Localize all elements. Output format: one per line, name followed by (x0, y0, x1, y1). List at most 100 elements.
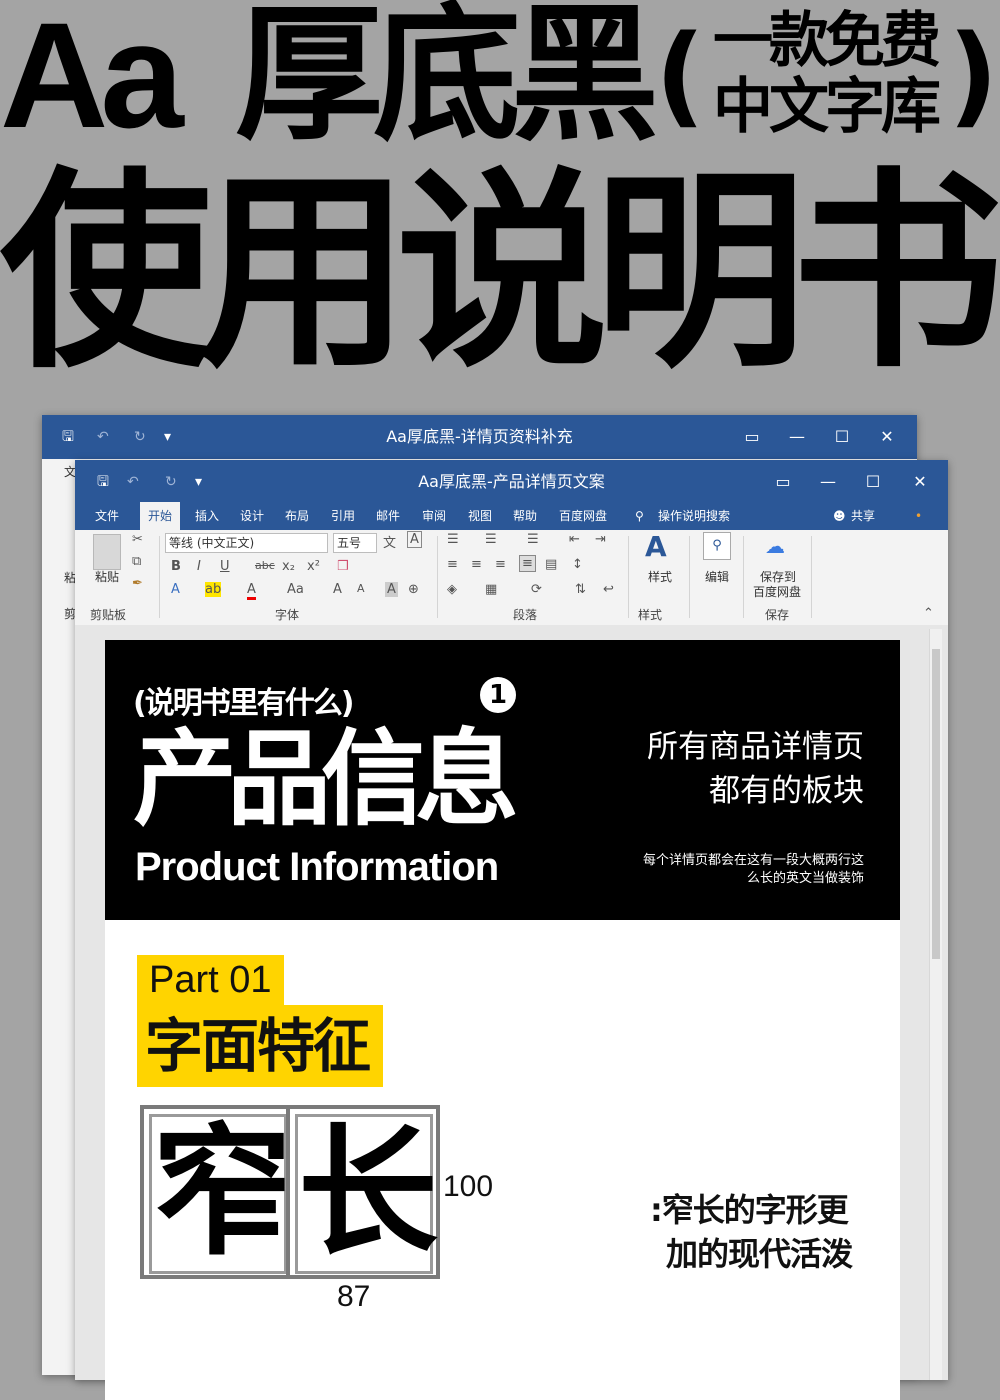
share-button[interactable]: 共享 (851, 502, 875, 530)
close-button[interactable]: ✕ (867, 415, 907, 459)
shrink-font-button[interactable]: A (357, 582, 365, 595)
document-canvas[interactable]: (说明书里有什么) 1 产品信息 Product Information 所有商… (75, 625, 948, 1400)
maximize-button[interactable]: ☐ (853, 460, 893, 504)
ribbon-display-icon[interactable]: ▭ (763, 460, 803, 504)
minimize-button[interactable]: — (808, 460, 848, 504)
banner-note-line2: 么长的英文当做装饰 (746, 871, 864, 886)
group-divider (811, 536, 812, 618)
justify-icon[interactable]: ≡ (519, 555, 536, 572)
banner-description-line2: 都有的板块 (709, 773, 864, 809)
tab-design[interactable]: 设计 (240, 502, 264, 530)
strikethrough-button[interactable]: abc (255, 559, 275, 572)
tab-layout[interactable]: 布局 (285, 502, 309, 530)
phonetic-guide-icon[interactable]: 文 (383, 532, 396, 551)
back-title-bar[interactable]: 🖫 ↶ ↻ ▾ Aa厚底黑-详情页资料补充 ▭ — ☐ ✕ (42, 415, 917, 459)
copy-icon[interactable]: ⧉ (132, 554, 141, 569)
tab-mailings[interactable]: 邮件 (376, 502, 400, 530)
italic-button[interactable]: I (197, 559, 201, 574)
group-font: 字体 (275, 608, 300, 622)
sort-icon[interactable]: ⇅ (575, 582, 586, 597)
hero-subtitle-line1: 一款免费 (713, 6, 941, 76)
hero-paren-left: ( (655, 11, 706, 139)
glyph-box-2: 长 (295, 1114, 438, 1274)
grow-font-button[interactable]: A (333, 582, 342, 597)
ribbon-display-icon[interactable]: ▭ (732, 415, 772, 459)
banner-question: (说明书里有什么) (133, 686, 354, 721)
align-center-icon[interactable]: ≡ (471, 557, 482, 572)
banner-note: 每个详情页都会在这有一段大概两行这 么长的英文当做装饰 (643, 852, 864, 888)
text-effects-button[interactable]: A (171, 582, 180, 597)
decrease-indent-icon[interactable]: ⇤ (569, 532, 580, 547)
paste-icon[interactable] (93, 534, 121, 570)
glyph-box-1: 窄 (149, 1114, 292, 1274)
title-bar[interactable]: 🖫 ↶ ↻ ▾ Aa厚底黑-产品详情页文案 ▭ — ☐ ✕ (75, 460, 948, 504)
close-button[interactable]: ✕ (900, 460, 940, 504)
feature-description-line1: :窄长的字形更 (650, 1191, 849, 1229)
vertical-scrollbar[interactable] (929, 629, 942, 1380)
hero-font-name: 厚底黑 (235, 0, 659, 161)
lightbulb-icon[interactable]: ⚲ (635, 502, 644, 530)
scrollbar-thumb[interactable] (932, 649, 940, 959)
collapse-ribbon-icon[interactable]: ⌃ (923, 606, 934, 621)
font-name-select[interactable]: 等线 (中文正文) (165, 533, 328, 553)
banner-description: 所有商品详情页 都有的板块 (647, 725, 864, 813)
tab-references[interactable]: 引用 (331, 502, 355, 530)
change-case-button[interactable]: Aa (287, 582, 304, 597)
glyph-divider (286, 1109, 290, 1275)
cut-icon[interactable]: ✂ (132, 532, 143, 547)
back-ribbon-edge: 文 粘 剪 (42, 459, 76, 1375)
bullets-icon[interactable]: ☰ (447, 532, 459, 547)
group-divider (628, 536, 629, 618)
highlight-button[interactable]: ab (205, 582, 222, 597)
document-page[interactable]: (说明书里有什么) 1 产品信息 Product Information 所有商… (105, 640, 900, 1400)
group-paragraph: 段落 (513, 608, 538, 622)
clear-format-icon[interactable]: ❒ (337, 559, 349, 574)
char-border-icon[interactable]: A (407, 531, 422, 548)
distributed-icon[interactable]: ▤ (545, 557, 557, 572)
font-size-select[interactable]: 五号 (333, 533, 377, 553)
front-word-window[interactable]: 🖫 ↶ ↻ ▾ Aa厚底黑-产品详情页文案 ▭ — ☐ ✕ 文件 开始 插入 设… (75, 460, 948, 1400)
tab-view[interactable]: 视图 (468, 502, 492, 530)
shading-icon[interactable]: ◈ (447, 582, 457, 597)
superscript-button[interactable]: x² (307, 559, 320, 574)
tab-home[interactable]: 开始 (140, 502, 181, 530)
enclose-char-button[interactable]: ⊕ (408, 582, 419, 597)
increase-indent-icon[interactable]: ⇥ (595, 532, 606, 547)
tab-file[interactable]: 文件 (95, 502, 119, 530)
person-icon[interactable]: ☻ (833, 502, 846, 530)
bold-button[interactable]: B (171, 559, 181, 574)
paste-button[interactable]: 粘贴 (95, 568, 119, 585)
find-icon[interactable]: ⚲ (703, 532, 731, 560)
line-spacing-icon[interactable]: ↕ (572, 557, 583, 572)
baidu-cloud-icon[interactable]: ☁ (765, 534, 785, 558)
tell-me-search[interactable]: 操作说明搜索 (658, 502, 730, 530)
tab-insert[interactable]: 插入 (195, 502, 219, 530)
align-left-icon[interactable]: ≡ (447, 557, 458, 572)
align-right-icon[interactable]: ≡ (495, 557, 506, 572)
multilevel-list-icon[interactable]: ☰ (527, 532, 539, 547)
hero-subtitle-line2: 中文字库 (713, 72, 941, 142)
numbering-icon[interactable]: ☰ (485, 532, 497, 547)
editing-button[interactable]: 编辑 (705, 568, 729, 585)
hero-subtitle: 一款免费 中文字库 (705, 8, 945, 140)
tab-help[interactable]: 帮助 (513, 502, 537, 530)
banner-title: 产品信息 (133, 718, 519, 840)
part-label-chinese: 字面特征 (137, 1005, 384, 1087)
format-painter-icon[interactable]: ✒ (132, 576, 143, 591)
baidu-netdisk-label[interactable]: 百度网盘 (753, 583, 801, 600)
char-shading-button[interactable]: A (385, 582, 398, 597)
group-divider (437, 536, 438, 618)
borders-icon[interactable]: ▦ (485, 582, 497, 597)
styles-icon[interactable]: A (645, 530, 667, 563)
chinese-layout-icon[interactable]: ⟳ (531, 582, 542, 597)
show-marks-icon[interactable]: ↩ (603, 582, 614, 597)
underline-button[interactable]: U (220, 559, 230, 574)
tab-review[interactable]: 审阅 (422, 502, 446, 530)
banner-english-title: Product Information (135, 845, 499, 889)
font-color-button[interactable]: A (247, 582, 256, 600)
tab-baidu-netdisk[interactable]: 百度网盘 (559, 502, 607, 530)
maximize-button[interactable]: ☐ (822, 415, 862, 459)
styles-button[interactable]: 样式 (648, 568, 672, 585)
minimize-button[interactable]: — (777, 415, 817, 459)
subscript-button[interactable]: x₂ (282, 559, 295, 574)
